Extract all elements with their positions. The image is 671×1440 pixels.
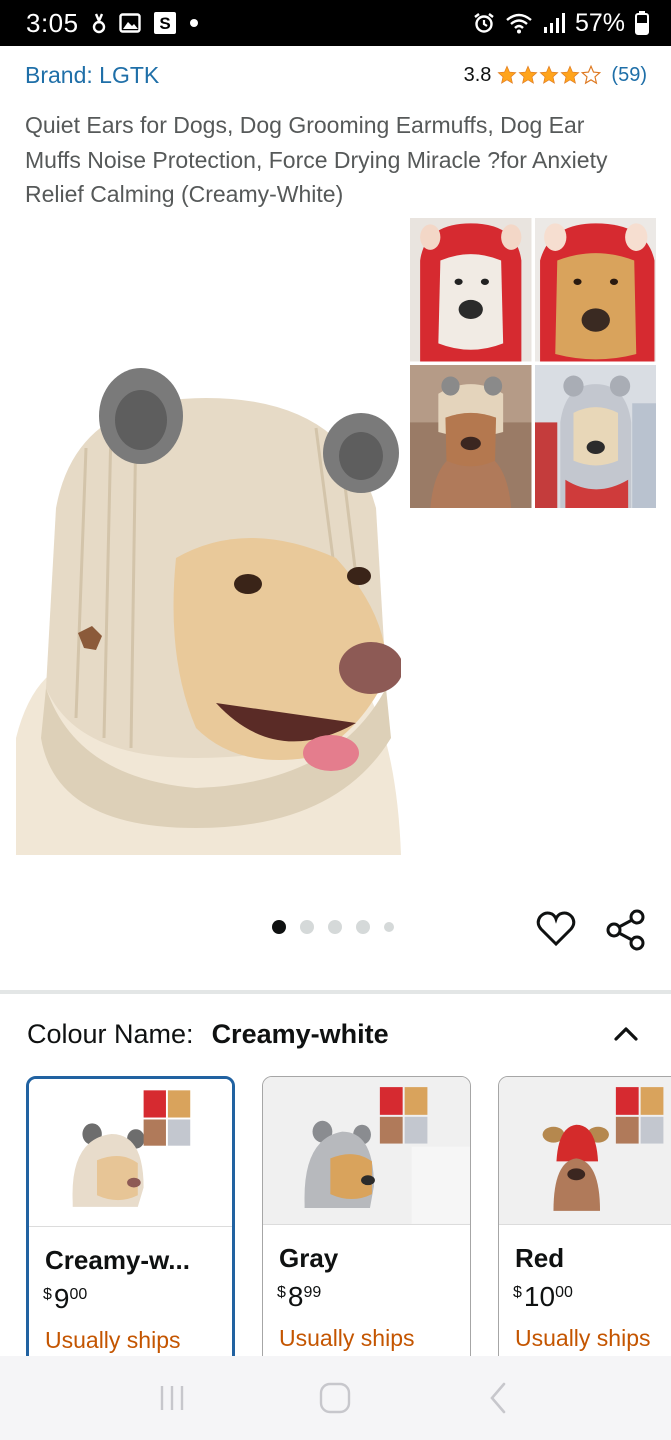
swatch-price: $ 9 00 [43,1283,87,1315]
back-button[interactable] [479,1378,519,1418]
gesture-icon [91,12,107,34]
s-app-icon: S [153,11,177,35]
price-whole: 8 [287,1281,304,1312]
gallery-icon [118,12,141,34]
price-currency: $ [513,1284,522,1301]
collage-photo-red-hat-2 [534,218,656,362]
colour-swatch-red[interactable]: Red $ 10 00 Usually ships [498,1076,671,1366]
colour-label: Colour Name: [27,1018,194,1049]
share-icon[interactable] [604,908,648,952]
product-image-collage [410,218,656,508]
carousel-dot[interactable] [300,920,314,934]
brand-rating-row: Brand: LGTK 3.8 (59) [25,58,647,92]
system-nav-bar [0,1356,671,1440]
home-icon [320,1382,351,1414]
recent-apps-icon [160,1386,184,1410]
colour-header: Colour Name: Creamy-white [27,1012,641,1056]
signal-icon [543,12,565,34]
star-rating [497,65,602,85]
swatch-name: Creamy-w... [45,1245,190,1275]
shipping-info: Usually ships [45,1327,181,1353]
home-button[interactable] [315,1378,355,1418]
rating-value: 3.8 [463,63,492,86]
carousel-controls [0,900,671,960]
status-bar: 3:05 S 57% [0,0,671,46]
product-main-image [16,368,401,855]
price-cents: 00 [555,1284,573,1301]
star-full-icon [497,65,517,84]
colour-swatch-creamy-white[interactable]: Creamy-w... $ 9 00 Usually ships [26,1076,235,1366]
price-cents: 00 [69,1286,88,1303]
recent-apps-button[interactable] [152,1378,192,1418]
price-currency: $ [277,1284,286,1301]
swatch-thumbnail [499,1077,671,1225]
alarm-icon [473,12,495,34]
swatch-price: $ 10 00 [513,1281,573,1313]
rating-summary[interactable]: 3.8 (59) [464,64,647,87]
section-divider [0,990,671,994]
collage-photo-gray-hat [534,364,656,508]
product-image-carousel[interactable] [0,218,671,878]
swatch-thumbnail [263,1077,470,1225]
notification-dot-icon [189,18,199,28]
carousel-dot[interactable] [356,920,370,934]
collage-photo-cream-hat [410,364,532,508]
rating-count-link[interactable]: (59) [611,64,647,87]
star-full-icon [518,65,538,84]
carousel-dot[interactable] [384,922,394,932]
collage-photo-red-hat-1 [410,218,532,362]
price-currency: $ [43,1286,52,1303]
status-time: 3:05 [26,7,79,38]
swatch-thumbnail [29,1079,232,1227]
swatch-price: $ 8 99 [277,1281,321,1313]
swatch-name: Gray [279,1243,339,1273]
swatch-name: Red [515,1243,565,1273]
star-full-icon [539,65,559,84]
brand-link[interactable]: Brand: LGTK [25,62,159,89]
wifi-icon [505,12,533,34]
carousel-dots[interactable] [272,920,394,934]
price-whole: 10 [523,1281,556,1312]
shipping-info: Usually ships [279,1325,415,1351]
colour-swatch-gray[interactable]: Gray $ 8 99 Usually ships [262,1076,471,1366]
star-full-icon [560,65,580,84]
product-title: Quiet Ears for Dogs, Dog Grooming Earmuf… [25,112,608,207]
svg-text:S: S [159,14,170,33]
back-icon [490,1382,506,1414]
shipping-info: Usually ships [515,1325,651,1351]
price-cents: 99 [303,1284,322,1301]
carousel-dot-active[interactable] [272,920,286,934]
chevron-up-icon[interactable] [611,1019,641,1049]
carousel-dot[interactable] [328,920,342,934]
battery-percent: 57% [574,8,625,37]
selected-colour-value: Creamy-white [211,1018,389,1049]
heart-icon[interactable] [535,908,577,950]
colour-swatch-list: Creamy-w... $ 9 00 Usually ships Gray $ … [26,1076,671,1366]
battery-icon [635,11,649,35]
price-whole: 9 [53,1283,70,1314]
star-empty-icon [581,65,602,85]
